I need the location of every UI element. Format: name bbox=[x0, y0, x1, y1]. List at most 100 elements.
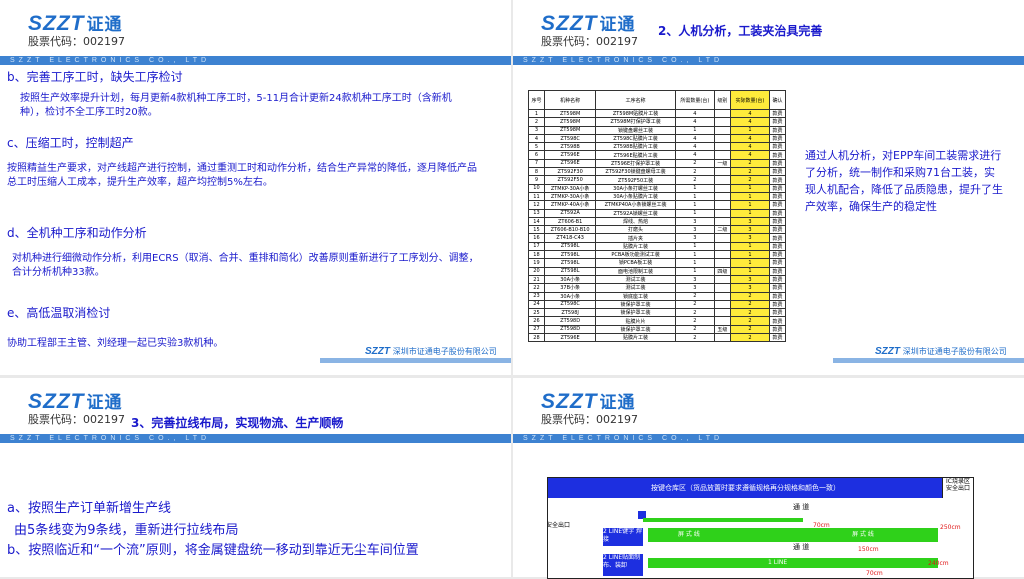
table-cell: 1 bbox=[674, 266, 715, 276]
table-row: 24 ZT598C 锁保护罩工装 2 2 款费 bbox=[528, 299, 787, 310]
table-row: 26 ZT598D 贴膜片片 2 2 款费 bbox=[528, 316, 787, 326]
table-cell bbox=[713, 250, 731, 260]
table-cell: 3 bbox=[729, 216, 770, 227]
stock-code: 股票代码：002197 bbox=[28, 413, 125, 426]
table-cell bbox=[713, 316, 731, 326]
col-confirm: 确认 bbox=[768, 90, 787, 110]
table-cell: 1 bbox=[674, 250, 715, 260]
table-cell: 17 bbox=[528, 241, 545, 252]
table-cell: 锁底座工装 bbox=[595, 291, 676, 301]
table-row: 20 ZT598L 面电池限制工装 1 四级 1 款费 bbox=[528, 266, 787, 276]
table-cell: 2 bbox=[674, 324, 715, 335]
table-cell: 款费 bbox=[768, 258, 787, 268]
table-cell: 款费 bbox=[768, 332, 787, 343]
table-cell: 1 bbox=[674, 258, 715, 268]
table-cell: ZT598L bbox=[543, 258, 597, 268]
table-row: 19 ZT598L 锁PCBA板工装 1 1 款费 bbox=[528, 258, 787, 268]
table-cell bbox=[713, 117, 731, 127]
table-cell: 19 bbox=[528, 258, 545, 268]
table-cell: 2 bbox=[729, 167, 770, 177]
table-row: 17 ZT598L 贴膜片工装 1 1 款费 bbox=[528, 241, 787, 252]
table-cell: 6 bbox=[528, 150, 545, 160]
table-cell: 3 bbox=[674, 216, 715, 227]
table-cell: 2 bbox=[674, 175, 715, 185]
header-band: SZZT ELECTRONICS CO., LTD bbox=[0, 434, 511, 443]
table-cell: 2 bbox=[528, 117, 545, 127]
table-cell bbox=[713, 216, 731, 227]
table-cell: 3 bbox=[674, 274, 715, 285]
table-cell: 款费 bbox=[768, 175, 787, 185]
table-cell bbox=[713, 125, 731, 135]
table-cell: 款费 bbox=[768, 150, 787, 160]
table-cell: 4 bbox=[729, 150, 770, 160]
table-cell: 23 bbox=[528, 291, 545, 301]
table-cell: ZT592F50 bbox=[543, 175, 597, 185]
table-row: 18 ZT598L PCBA板功能测试工装 1 1 款费 bbox=[528, 250, 787, 260]
table-cell: 测试工装 bbox=[595, 283, 676, 293]
table-cell: ZTMKP-40A小条 bbox=[543, 200, 597, 210]
table-cell: 款费 bbox=[768, 241, 787, 252]
table-cell: ZTMKP40A小条锁螺丝工装 bbox=[595, 200, 676, 210]
header-band: SZZT ELECTRONICS CO., LTD bbox=[513, 56, 1024, 65]
table-cell: 1 bbox=[729, 241, 770, 252]
table-row: 6 ZT596E ZT596E贴膜片工装 4 4 款费 bbox=[528, 150, 787, 160]
assembly-line-a: 屏 式 线 bbox=[648, 528, 808, 542]
table-cell: 2 bbox=[674, 291, 715, 301]
table-cell: 款费 bbox=[768, 133, 787, 144]
table-row: 21 30A小条 测试工装 3 3 款费 bbox=[528, 274, 787, 285]
table-cell: ZT598M贴膜片工装 bbox=[595, 108, 676, 119]
col-level: 级别 bbox=[713, 90, 731, 110]
table-cell: 3 bbox=[729, 225, 770, 235]
table-cell: 4 bbox=[528, 133, 545, 144]
table-cell bbox=[713, 133, 731, 144]
table-row: 4 ZT598C ZT598C贴膜片工装 4 4 款费 bbox=[528, 133, 787, 144]
table-cell: 4 bbox=[729, 117, 770, 127]
table-cell: ZT598L bbox=[543, 250, 597, 260]
table-cell: 款费 bbox=[768, 283, 787, 293]
table-header-row: 序号 机种名称 工序名称 所需数量(台) 级别 实际数量(台) 确认 bbox=[528, 90, 787, 110]
table-cell: 4 bbox=[729, 108, 770, 119]
table-row: 9 ZT592F50 ZT592F50工装 2 2 款费 bbox=[528, 175, 787, 185]
table-cell: 贴膜片工装 bbox=[595, 241, 676, 252]
table-cell: 22 bbox=[528, 283, 545, 293]
table-cell: 1 bbox=[674, 191, 715, 202]
dim-150cm: 150cm bbox=[858, 546, 879, 553]
slide-1: SZZT 证通 股票代码：002197 SZZT ELECTRONICS CO.,… bbox=[0, 0, 511, 375]
table-cell: 1 bbox=[729, 125, 770, 135]
table-cell: ZT418-C43 bbox=[543, 233, 597, 243]
table-cell: 4 bbox=[674, 133, 715, 144]
table-cell: ZT606-B1 bbox=[543, 216, 597, 227]
section-c-body: 按照精益生产要求，对产线超产进行控制，通过重测工时和动作分析，结合生产异常的降低… bbox=[7, 163, 477, 188]
section-d-heading: d、全机种工序和动作分析 bbox=[7, 226, 147, 240]
table-cell bbox=[713, 274, 731, 285]
table-cell: ZTMKP-30A小条 bbox=[543, 183, 597, 193]
table-cell: 1 bbox=[729, 200, 770, 210]
table-cell: 30A小条 bbox=[543, 274, 597, 285]
table-cell: 4 bbox=[674, 108, 715, 119]
summary-text: 通过人机分析，对EPP车间工装需求进行了分析，统一制作和采购71台工装，实现人机… bbox=[805, 149, 1003, 213]
table-cell: 款费 bbox=[768, 233, 787, 243]
table-cell: 3 bbox=[674, 283, 715, 293]
table-cell bbox=[713, 332, 731, 343]
table-body: 1 ZT598M ZT598M贴膜片工装 4 4 款费 2 ZT598M ZT598M打保护罩工… bbox=[528, 108, 787, 343]
table-cell: 一级 bbox=[713, 158, 731, 169]
table-cell bbox=[713, 191, 731, 202]
table-cell: ZT598L bbox=[543, 241, 597, 252]
table-cell: 37B小条 bbox=[543, 283, 597, 293]
table-cell: 四级 bbox=[713, 266, 731, 276]
table-cell bbox=[713, 167, 731, 177]
table-cell bbox=[713, 299, 731, 310]
footer-logo: SZZT 深圳市证通电子股份有限公司 bbox=[365, 346, 497, 357]
table-cell: 28 bbox=[528, 332, 545, 343]
col-model: 机种名称 bbox=[543, 90, 597, 110]
table-cell: 1 bbox=[729, 183, 770, 193]
table-cell: 款费 bbox=[768, 308, 787, 318]
table-cell bbox=[713, 150, 731, 160]
table-cell: 3 bbox=[674, 233, 715, 243]
section-a-heading: a、按照生产订单新增生产线 bbox=[7, 501, 171, 516]
table-cell: ZT596E bbox=[543, 158, 597, 169]
col-needed: 所需数量(台) bbox=[674, 90, 715, 110]
table-cell: 测试工装 bbox=[595, 274, 676, 285]
table-cell: ZT598B贴膜片工装 bbox=[595, 142, 676, 152]
table-cell: 2 bbox=[729, 291, 770, 301]
